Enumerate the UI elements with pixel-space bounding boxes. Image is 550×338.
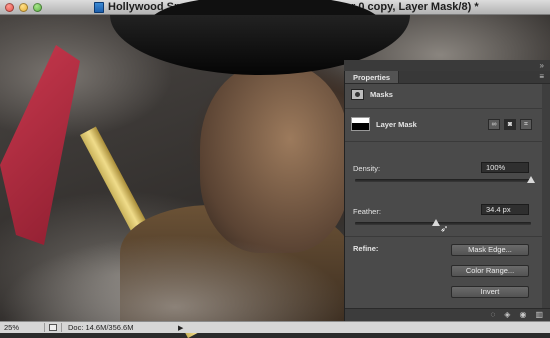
divider xyxy=(345,236,550,237)
layer-mask-row: Layer Mask xyxy=(351,117,417,131)
visibility-icon[interactable]: ◉ xyxy=(519,311,526,319)
mouse-cursor-icon: ➶ xyxy=(440,224,449,235)
collapse-panel-icon[interactable]: » xyxy=(540,61,544,70)
apply-mask-icon[interactable]: ◈ xyxy=(504,311,510,319)
feather-slider-thumb[interactable] xyxy=(431,219,440,226)
masks-label: Masks xyxy=(370,90,393,99)
layer-mask-thumbnail[interactable] xyxy=(351,117,370,131)
status-menu-arrow-icon[interactable]: ▶ xyxy=(178,324,183,332)
mask-type-buttons: ∞ ◙ ⌗ xyxy=(488,119,532,130)
psd-document-icon xyxy=(94,1,104,13)
minimize-window-button[interactable] xyxy=(19,2,28,12)
photo-smoke xyxy=(0,235,350,325)
status-share-icon[interactable] xyxy=(49,324,57,331)
density-slider-thumb[interactable] xyxy=(527,176,535,183)
window-controls xyxy=(5,2,42,12)
density-field[interactable]: 100% xyxy=(481,162,529,173)
photo-firefighter-face xyxy=(200,63,350,253)
divider xyxy=(345,141,550,142)
properties-tabbar: Properties ≡ xyxy=(345,71,550,84)
close-window-button[interactable] xyxy=(5,2,14,12)
color-range-button[interactable]: Color Range... xyxy=(451,265,529,277)
photo-axe-head xyxy=(0,45,80,245)
vector-mask-icon[interactable]: ⌗ xyxy=(520,119,532,130)
divider xyxy=(345,108,550,109)
invert-button[interactable]: Invert xyxy=(451,286,529,298)
properties-panel: Properties ≡ Masks Layer Mask ∞ ◙ ⌗ Dens… xyxy=(344,71,550,321)
panel-menu-icon[interactable]: ≡ xyxy=(539,72,544,81)
pixel-mask-icon[interactable] xyxy=(351,89,364,100)
load-selection-icon[interactable]: ◌ xyxy=(491,311,496,319)
feather-label: Feather: xyxy=(353,207,381,216)
status-bar: 25% Doc: 14.6M/356.6M ▶ xyxy=(0,321,550,333)
density-label: Density: xyxy=(353,164,381,173)
refine-label: Refine: xyxy=(353,244,379,253)
link-icon[interactable]: ∞ xyxy=(488,119,500,130)
trash-icon[interactable]: ▥ xyxy=(535,311,543,319)
panel-bottom-bar: ◌ ◈ ◉ ▥ xyxy=(345,308,550,321)
document-size-info: Doc: 14.6M/356.6M xyxy=(61,323,178,332)
panel-scrollbar[interactable] xyxy=(542,84,550,308)
feather-field[interactable]: 34.4 px xyxy=(481,204,529,215)
mask-edge-button[interactable]: Mask Edge... xyxy=(451,244,529,256)
zoom-window-button[interactable] xyxy=(33,2,42,12)
zoom-level-field[interactable]: 25% xyxy=(0,323,45,332)
density-slider[interactable] xyxy=(355,176,535,183)
pixel-mask-button[interactable]: ◙ xyxy=(504,119,516,130)
layer-mask-label: Layer Mask xyxy=(376,119,417,129)
masks-header: Masks xyxy=(351,89,393,100)
tab-properties[interactable]: Properties xyxy=(345,71,400,83)
